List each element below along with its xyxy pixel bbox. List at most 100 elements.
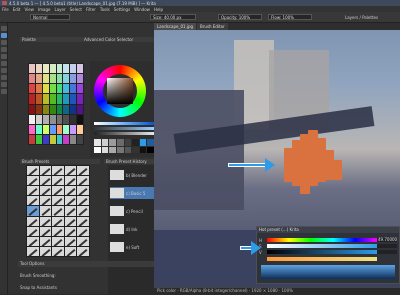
palette-swatch[interactable] [35,104,42,114]
brush-preset-thumb[interactable] [27,206,39,216]
hue-wheel[interactable] [94,65,146,117]
palette-swatch[interactable] [77,94,83,104]
palette-swatch[interactable] [42,114,49,124]
brush-preset-thumb[interactable] [39,166,52,176]
palette-swatch[interactable] [56,94,63,104]
recent-color-swatch[interactable] [94,146,101,153]
tab-landscape[interactable]: Landscape_01.jpg [154,23,197,30]
brush-preset-thumb[interactable] [27,246,39,256]
row-s-value[interactable] [377,244,397,248]
snap-assistants-label[interactable]: Snap to Assistants [18,285,158,291]
recent-color-swatch[interactable] [132,146,139,153]
palette-swatch[interactable] [42,84,49,94]
brush-preset-thumb[interactable] [52,176,64,186]
palette-swatch[interactable] [29,94,35,104]
tab-brush-editor[interactable]: Brush Editor [197,23,228,30]
brush-preset-thumb[interactable] [77,246,89,256]
blend-mode-select[interactable]: Normal [30,14,70,20]
palette-swatch[interactable] [56,84,63,94]
menu-select[interactable]: Select [70,7,82,12]
palette-swatch[interactable] [49,114,56,124]
brush-preset-thumb[interactable] [52,186,64,196]
brush-preset-thumb[interactable] [39,186,52,196]
recent-color-swatch[interactable] [139,146,147,153]
brush-preset-thumb[interactable] [39,196,52,206]
recent-colors[interactable] [94,139,154,153]
brush-preset-thumb[interactable] [64,216,77,226]
brush-preset-thumb[interactable] [64,196,77,206]
brush-preset-thumb[interactable] [64,246,77,256]
palette-swatch[interactable] [42,104,49,114]
palette-swatch[interactable] [56,124,63,134]
brush-preset-thumb[interactable] [64,176,77,186]
selection-icon[interactable] [1,61,7,66]
advanced-color-selector[interactable] [90,61,158,157]
row-v-value[interactable] [377,250,397,254]
menu-window[interactable]: Window [134,7,150,12]
palette-swatch[interactable] [29,64,35,74]
palette-swatch[interactable] [70,104,77,114]
brush-preset-thumb[interactable] [64,186,77,196]
row-h-value[interactable]: 49.70000 [377,238,397,242]
recent-color-swatch[interactable] [101,139,109,146]
palette-swatch[interactable] [70,74,77,84]
palette-swatch[interactable] [56,64,63,74]
palette-swatch[interactable] [70,94,77,104]
menu-edit[interactable]: Edit [13,7,21,12]
palette-swatch[interactable] [77,114,83,124]
brush-preset-thumb[interactable] [27,226,39,236]
zoom-icon[interactable] [1,82,7,87]
palette-swatch[interactable] [49,74,56,84]
menu-filter[interactable]: Filter [86,7,96,12]
palette-swatch[interactable] [35,84,42,94]
palette-swatch[interactable] [35,94,42,104]
brush-preset-thumb[interactable] [52,216,64,226]
menu-tools[interactable]: Tools [100,7,110,12]
palette-swatch[interactable] [49,64,56,74]
palette-swatch[interactable] [70,64,77,74]
brush-preset-thumb[interactable] [39,246,52,256]
brush-preset-thumb[interactable] [52,196,64,206]
brush-preset-thumb[interactable] [77,196,89,206]
palette-swatch[interactable] [63,114,70,124]
arrow-icon[interactable] [1,26,7,31]
color-popup[interactable]: Hot preset (...) Krita H 49.70000 S V [256,226,400,284]
brush-preset-thumb[interactable] [77,216,89,226]
saturation-bar[interactable] [267,244,377,248]
brush-preset-thumb[interactable] [52,226,64,236]
transform-icon[interactable] [1,75,7,80]
eraser-icon[interactable] [1,40,7,45]
brush-preset-thumb[interactable] [39,236,52,246]
palette-swatch[interactable] [42,64,49,74]
palette-swatch[interactable] [35,74,42,84]
recent-color-swatch[interactable] [109,146,116,153]
recent-color-swatch[interactable] [116,139,124,146]
recent-color-swatch[interactable] [132,139,139,146]
palette-swatch[interactable] [70,124,77,134]
palette-swatch[interactable] [63,104,70,114]
menu-settings[interactable]: Settings [114,7,130,12]
palette-swatch[interactable] [63,134,70,144]
menu-image[interactable]: Image [38,7,51,12]
brush-preset-thumb[interactable] [52,206,64,216]
palette-swatch[interactable] [29,134,35,144]
recent-color-swatch[interactable] [94,139,101,146]
palette-swatch[interactable] [49,104,56,114]
brush-preset-thumb[interactable] [27,176,39,186]
recent-color-swatch[interactable] [147,139,154,146]
menu-view[interactable]: View [24,7,34,12]
palette-swatch[interactable] [49,124,56,134]
brush-preset-thumb[interactable] [77,166,89,176]
brush-icon[interactable] [1,33,7,38]
fill-icon[interactable] [1,47,7,52]
brush-preset-thumb[interactable] [27,216,39,226]
palette-swatch[interactable] [63,124,70,134]
history-item[interactable]: c) Basic 5 [110,187,158,199]
palette-swatch[interactable] [35,114,42,124]
palette-swatch[interactable] [49,84,56,94]
palette-swatch[interactable] [70,84,77,94]
brush-preset-thumb[interactable] [39,226,52,236]
hue-bar[interactable] [267,238,377,242]
brush-preset-thumb[interactable] [27,236,39,246]
recent-color-swatch[interactable] [109,139,116,146]
